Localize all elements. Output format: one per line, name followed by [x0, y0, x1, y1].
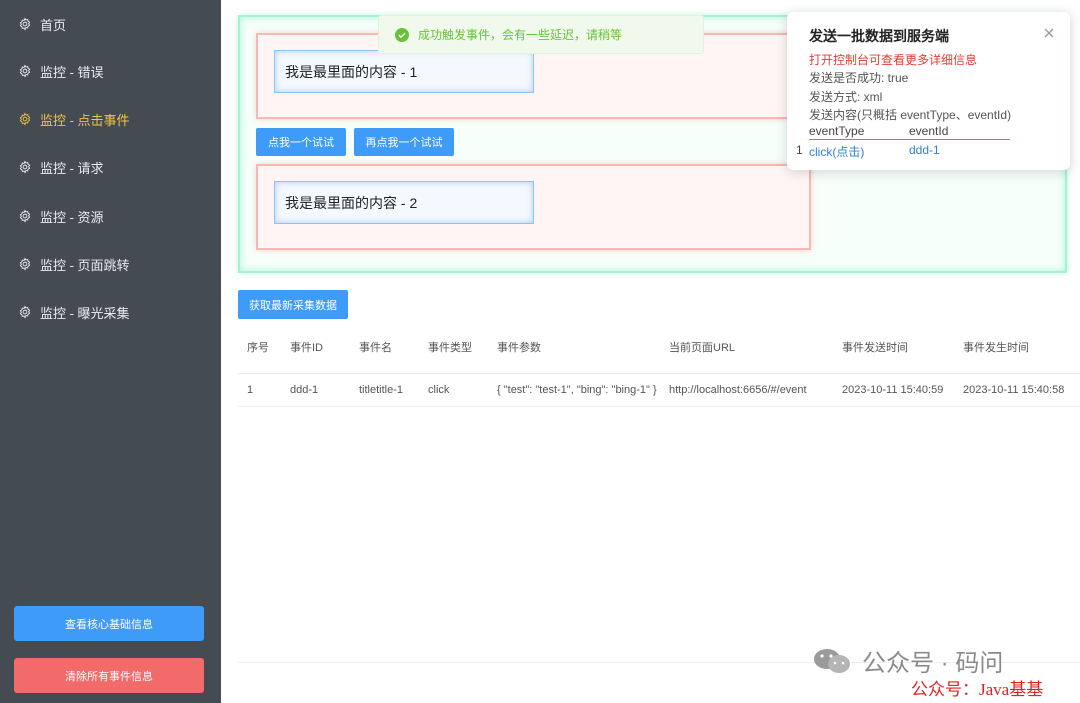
- sidebar-item-label: 监控 - 错误: [40, 64, 104, 80]
- notification-column-header: eventType: [809, 124, 865, 138]
- inner-content-1[interactable]: 我是最里面的内容 - 1: [274, 50, 534, 93]
- gear-icon: [18, 257, 32, 271]
- success-toast: 成功触发事件，会有一些延迟，请稍等: [378, 15, 704, 54]
- gear-icon: [18, 160, 32, 174]
- table-cell: click: [428, 384, 450, 396]
- sidebar-item-label: 监控 - 资源: [40, 209, 104, 225]
- wechat-watermark: 公众号 · 码问: [812, 643, 1003, 678]
- sidebar-item-click-event[interactable]: 监控 - 点击事件: [0, 95, 221, 143]
- column-header: 序号: [247, 342, 269, 354]
- sidebar-item-label: 监控 - 请求: [40, 160, 104, 176]
- send-success-line: 发送是否成功: true: [809, 71, 909, 85]
- toast-message: 成功触发事件，会有一些延迟，请稍等: [418, 28, 623, 42]
- table-cell: 2023-10-11 15:40:58: [963, 384, 1065, 396]
- table-row[interactable]: 1 ddd-1 titletitle-1 click { "test": "te…: [238, 374, 1080, 406]
- sidebar-item-label: 监控 - 点击事件: [40, 112, 130, 128]
- table-header: 序号 事件ID 事件名 事件类型 事件参数 当前页面URL 事件发送时间 事件发…: [238, 328, 1080, 364]
- sidebar-item-home[interactable]: 首页: [0, 0, 221, 48]
- fetch-latest-data-button[interactable]: 获取最新采集数据: [238, 290, 348, 319]
- watermark-text: 公众号 · 码问: [862, 650, 1004, 677]
- view-core-info-button[interactable]: 查看核心基础信息: [14, 606, 204, 641]
- row-divider: [238, 406, 1080, 407]
- table-cell: ddd-1: [290, 384, 319, 396]
- notification-column-header: eventId: [909, 124, 949, 138]
- gear-icon: [18, 112, 32, 126]
- gear-icon: [18, 305, 32, 319]
- table-cell: { "test": "test-1", "bing": "bing-1" }: [497, 384, 657, 396]
- notification-title: 发送一批数据到服务端: [809, 28, 949, 44]
- inner-content-2[interactable]: 我是最里面的内容 - 2: [274, 181, 534, 224]
- column-header: 当前页面URL: [669, 342, 736, 354]
- notification-event-id: ddd-1: [909, 143, 940, 157]
- check-circle-icon: [395, 27, 409, 42]
- table-cell: 2023-10-11 15:40:59: [842, 384, 944, 396]
- table-cell: 1: [247, 384, 254, 396]
- sidebar-item-label: 监控 - 曝光采集: [40, 305, 130, 321]
- click-me-button[interactable]: 点我一个试试: [256, 128, 346, 156]
- gear-icon: [18, 64, 32, 78]
- notification-event-type: click(点击): [809, 145, 865, 159]
- sidebar-item-exposure[interactable]: 监控 - 曝光采集: [0, 288, 221, 336]
- watermark-secondary: 公众号：Java基基: [911, 680, 1044, 699]
- sidebar-item-label: 首页: [40, 17, 67, 33]
- console-hint: 打开控制台可查看更多详细信息: [809, 53, 978, 67]
- send-content-line: 发送内容(只概括 eventType、eventId): [809, 108, 1012, 122]
- sidebar-item-request[interactable]: 监控 - 请求: [0, 143, 221, 191]
- gear-icon: [18, 17, 32, 31]
- column-header: 事件类型: [428, 342, 472, 354]
- sidebar: 首页 监控 - 错误 监控 - 点击事件 监控 - 请求 监控 - 资源 监控 …: [0, 0, 221, 703]
- close-icon[interactable]: [1042, 26, 1056, 40]
- column-header: 事件名: [359, 342, 392, 354]
- column-header: 事件发生时间: [963, 342, 1029, 354]
- wechat-icon: [812, 646, 852, 676]
- sidebar-item-page-jump[interactable]: 监控 - 页面跳转: [0, 240, 221, 288]
- column-header: 事件ID: [290, 342, 323, 354]
- header-underline: [809, 139, 1010, 140]
- sidebar-item-label: 监控 - 页面跳转: [40, 257, 130, 273]
- table-cell: http://localhost:6656/#/event: [669, 384, 807, 396]
- sidebar-item-error[interactable]: 监控 - 错误: [0, 47, 221, 95]
- gear-icon: [18, 209, 32, 223]
- clear-events-button[interactable]: 清除所有事件信息: [14, 658, 204, 693]
- notification-row-index: 1: [796, 143, 803, 157]
- send-data-notification: 发送一批数据到服务端 打开控制台可查看更多详细信息 发送是否成功: true 发…: [787, 12, 1070, 170]
- column-header: 事件参数: [497, 342, 541, 354]
- sidebar-item-resource[interactable]: 监控 - 资源: [0, 192, 221, 240]
- send-method-line: 发送方式: xml: [809, 90, 883, 104]
- table-cell: titletitle-1: [359, 384, 404, 396]
- click-me-again-button[interactable]: 再点我一个试试: [354, 128, 454, 156]
- column-header: 事件发送时间: [842, 342, 908, 354]
